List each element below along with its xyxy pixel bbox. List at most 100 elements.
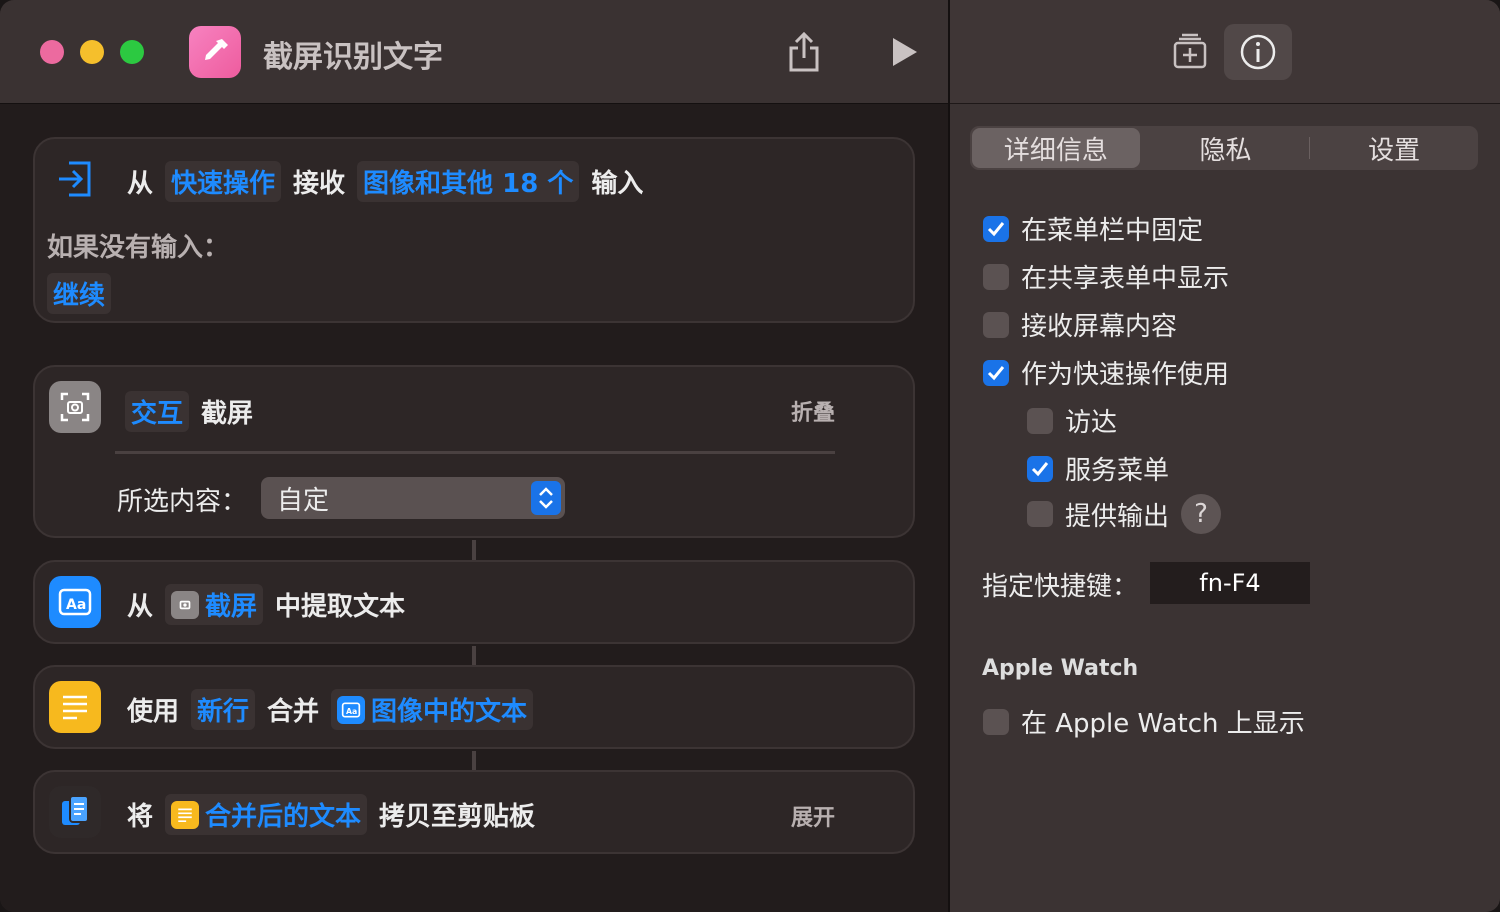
text-recognition-icon: Aa (337, 695, 366, 724)
text-lines-icon (63, 695, 87, 720)
source-token[interactable]: 快速操作 (165, 161, 282, 202)
shortcut-editor-window: 截屏识别文字 从 快速操作 接收 图像和其他 18 个 输入 如果没有输入： 继… (0, 0, 1500, 912)
clipboard-copy-icon (62, 795, 89, 825)
continue-row: 继续 (41, 273, 117, 314)
screenshot-token[interactable]: 截屏 (165, 584, 264, 625)
finder-checkbox[interactable] (1027, 407, 1053, 434)
shortcut-icon[interactable] (189, 26, 241, 78)
receive-input-icon-tile (49, 153, 101, 205)
receive-text: 接收 (293, 169, 346, 199)
expand-button[interactable]: 展开 (791, 800, 835, 832)
copy-to-clipboard-action[interactable]: 将 合并后的文本 拷贝至剪贴板 展开 (33, 770, 915, 854)
image-text-token[interactable]: Aa 图像中的文本 (331, 689, 534, 730)
services-menu-option[interactable]: 服务菜单 (1027, 450, 1169, 487)
share-icon (789, 31, 819, 72)
clipboard-icon-tile (49, 786, 101, 838)
finder-label: 访达 (1065, 408, 1118, 438)
details-button[interactable] (1224, 24, 1292, 80)
combine-text-action[interactable]: 使用 新行 合并 Aa 图像中的文本 (33, 665, 915, 749)
pin-in-menu-bar-checkbox[interactable] (983, 215, 1009, 242)
collapse-button[interactable]: 折叠 (791, 395, 835, 427)
use-text: 使用 (127, 697, 180, 727)
tab-details[interactable]: 详细信息 (972, 128, 1140, 168)
eyedropper-icon (205, 39, 228, 60)
minimize-window-button[interactable] (80, 40, 104, 64)
services-menu-label: 服务菜单 (1065, 456, 1170, 486)
close-window-button[interactable] (40, 40, 64, 64)
inspector-toolbar (950, 0, 1500, 104)
flow-connector (472, 646, 476, 666)
receive-input-action[interactable]: 从 快速操作 接收 图像和其他 18 个 输入 如果没有输入： 继续 (33, 137, 915, 323)
finder-option[interactable]: 访达 (1027, 402, 1117, 439)
input-types-token[interactable]: 图像和其他 18 个 (357, 161, 580, 202)
inspector-pane: 详细信息 隐私 设置 在菜单栏中固定 在共享表单中显示 接收屏幕内容 作为快速操… (950, 0, 1500, 912)
screenshot-action[interactable]: 交互 截屏 折叠 所选内容： 自定 (33, 365, 915, 538)
pin-in-menu-bar-label: 在菜单栏中固定 (1021, 216, 1204, 246)
action-library-button[interactable] (1156, 24, 1224, 80)
combined-text-token[interactable]: 合并后的文本 (165, 794, 368, 835)
show-on-apple-watch-option[interactable]: 在 Apple Watch 上显示 (983, 703, 1305, 740)
screenshot-token-label: 截屏 (205, 592, 258, 622)
use-as-quick-action-checkbox[interactable] (983, 359, 1009, 386)
tab-settings[interactable]: 设置 (1310, 126, 1478, 170)
receive-screen-content-label: 接收屏幕内容 (1021, 312, 1178, 342)
shortcut-field[interactable]: fn-F4 (1150, 562, 1310, 604)
mode-token[interactable]: 交互 (125, 391, 190, 432)
selection-value: 自定 (277, 485, 330, 516)
shortcut-title[interactable]: 截屏识别文字 (263, 32, 443, 76)
receive-screen-content-option[interactable]: 接收屏幕内容 (983, 306, 1177, 343)
extract-sentence: 从 截屏 中提取文本 (121, 584, 411, 625)
flow-connector (472, 540, 476, 560)
extract-text: 中提取文本 (275, 592, 406, 622)
editor-pane: 截屏识别文字 从 快速操作 接收 图像和其他 18 个 输入 如果没有输入： 继… (0, 0, 949, 912)
image-text-token-label: 图像中的文本 (371, 697, 528, 727)
screenshot-sentence: 交互 截屏 (119, 391, 259, 432)
checkmark-icon (1031, 461, 1049, 476)
play-icon (893, 38, 917, 66)
show-on-apple-watch-label: 在 Apple Watch 上显示 (1021, 709, 1305, 739)
svg-text:Aa: Aa (346, 706, 357, 715)
share-button[interactable] (784, 28, 824, 76)
run-button[interactable] (884, 28, 924, 76)
combine-text: 合并 (267, 697, 320, 727)
receive-screen-content-checkbox[interactable] (983, 311, 1009, 338)
if-no-input-label: 如果没有输入： (47, 233, 230, 263)
use-as-quick-action-label: 作为快速操作使用 (1021, 360, 1230, 390)
add-to-library-icon (1173, 33, 1207, 69)
combined-text-token-label: 合并后的文本 (205, 802, 362, 832)
will-text: 将 (127, 802, 154, 832)
show-on-apple-watch-checkbox[interactable] (983, 708, 1009, 735)
copy-sentence: 将 合并后的文本 拷贝至剪贴板 (121, 794, 541, 835)
screenshot-text: 截屏 (201, 399, 254, 429)
use-as-quick-action-option[interactable]: 作为快速操作使用 (983, 354, 1229, 391)
continue-token[interactable]: 继续 (47, 273, 112, 314)
services-menu-checkbox[interactable] (1027, 455, 1053, 482)
extract-text-action[interactable]: Aa 从 截屏 中提取文本 (33, 560, 915, 644)
inspector-tabs: 详细信息 隐私 设置 (970, 126, 1478, 170)
pin-in-menu-bar-option[interactable]: 在菜单栏中固定 (983, 210, 1203, 247)
input-arrow-icon (59, 161, 91, 197)
show-in-share-sheet-label: 在共享表单中显示 (1021, 264, 1230, 294)
screenshot-icon (171, 590, 200, 619)
text-lines-icon (171, 800, 200, 829)
zoom-window-button[interactable] (120, 40, 144, 64)
from-text: 从 (127, 169, 154, 199)
selection-popup[interactable]: 自定 (261, 477, 565, 519)
title-bar: 截屏识别文字 (0, 0, 949, 104)
provide-output-label: 提供输出 (1065, 501, 1170, 532)
input-text: 输入 (591, 169, 644, 199)
provide-output-checkbox[interactable] (1027, 501, 1053, 527)
checkmark-icon (987, 221, 1005, 236)
combine-text-icon-tile (49, 681, 101, 733)
separator-token[interactable]: 新行 (191, 689, 256, 730)
show-in-share-sheet-checkbox[interactable] (983, 263, 1009, 290)
show-in-share-sheet-option[interactable]: 在共享表单中显示 (983, 258, 1229, 295)
apple-watch-section-title: Apple Watch (982, 656, 1139, 681)
selection-label: 所选内容： (117, 487, 248, 517)
screenshot-divider (115, 451, 835, 454)
tab-privacy[interactable]: 隐私 (1142, 126, 1310, 170)
help-button[interactable]: ? (1181, 494, 1222, 534)
shortcut-label: 指定快捷键： (982, 572, 1139, 602)
provide-output-option[interactable]: 提供输出 ? (1027, 494, 1222, 534)
screenshot-icon-tile (49, 381, 101, 433)
